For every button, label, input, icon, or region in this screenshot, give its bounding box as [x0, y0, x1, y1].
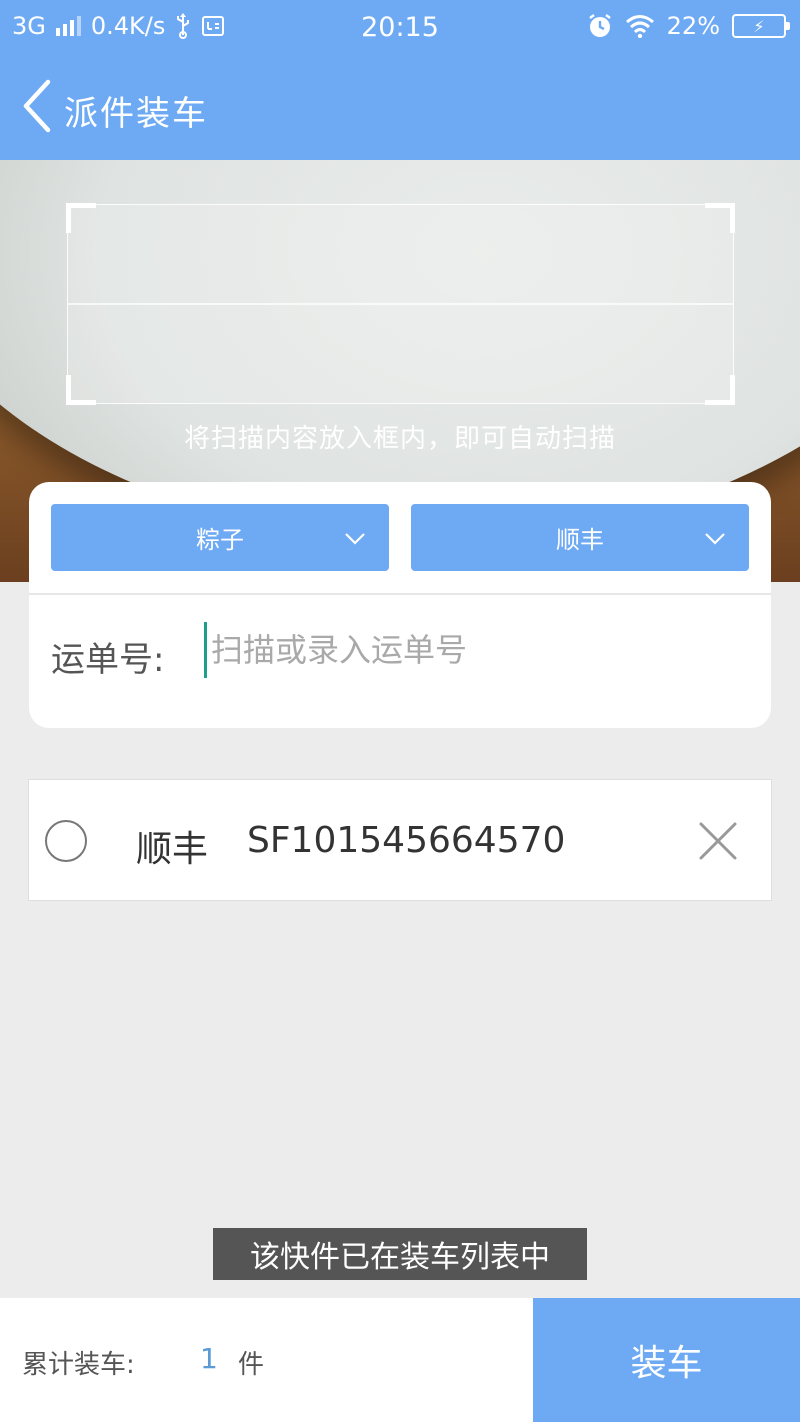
battery-icon: ⚡: [732, 14, 790, 38]
courier-select-value: 粽子: [196, 526, 244, 554]
battery-percent: 22%: [666, 12, 720, 40]
wifi-icon: [625, 15, 654, 38]
carrier-select-value: 顺丰: [556, 526, 604, 554]
scan-corner-top-left: [66, 203, 96, 233]
list-item: 顺丰 SF101545664570: [28, 779, 772, 901]
scan-corner-top-right: [705, 203, 735, 233]
count-value: 1: [200, 1342, 218, 1375]
waybill-input[interactable]: [204, 622, 744, 678]
divider: [29, 593, 771, 595]
alarm-icon: [588, 14, 611, 37]
scan-corner-bottom-left: [66, 375, 96, 405]
remove-item-button[interactable]: [697, 820, 739, 862]
waybill-label: 运单号:: [51, 640, 165, 680]
item-select-radio[interactable]: [45, 820, 87, 862]
chevron-down-icon: [705, 533, 725, 545]
status-right: 22% ⚡: [587, 12, 790, 40]
status-bar: 3G 0.4K/s 20:15 22% ⚡: [0, 0, 800, 56]
close-icon: [699, 822, 737, 860]
count-label: 累计装车:: [22, 1350, 135, 1380]
carrier-select[interactable]: 顺丰: [411, 504, 749, 571]
courier-select[interactable]: 粽子: [51, 504, 389, 571]
scan-corner-bottom-right: [705, 375, 735, 405]
item-waybill-number: SF101545664570: [247, 820, 566, 861]
form-card: 粽子 顺丰 运单号:: [29, 482, 771, 728]
page-title: 派件装车: [64, 94, 208, 134]
back-button[interactable]: [18, 78, 62, 134]
scan-frame: [66, 203, 735, 405]
chevron-down-icon: [345, 533, 365, 545]
toast-message: 该快件已在装车列表中: [213, 1228, 587, 1280]
title-bar: 派件装车: [0, 56, 800, 160]
count-unit: 件: [238, 1350, 265, 1380]
scan-hint: 将扫描内容放入框内，即可自动扫描: [183, 424, 616, 454]
scan-line: [68, 303, 733, 305]
chevron-left-icon: [23, 79, 51, 133]
item-carrier: 顺丰: [136, 829, 209, 870]
load-button[interactable]: 装车: [533, 1298, 800, 1422]
bottom-bar: 累计装车: 1 件 装车: [0, 1298, 800, 1422]
